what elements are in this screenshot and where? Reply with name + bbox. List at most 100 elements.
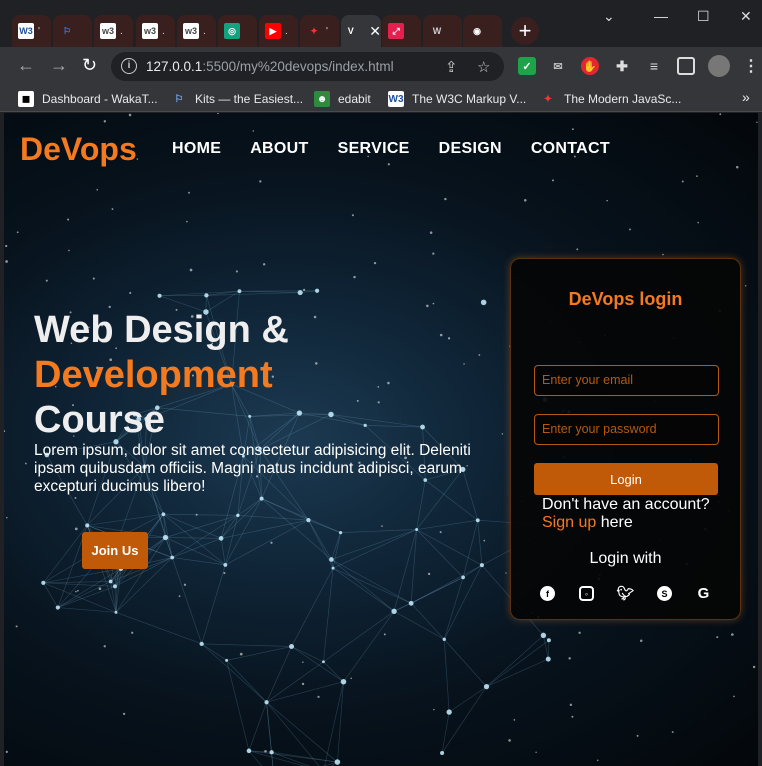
- tab-favicon-icon: ▶: [265, 23, 281, 39]
- bookmark-item[interactable]: ⚐ Kits — the Easiest...: [171, 91, 304, 107]
- tab-title: .: [162, 25, 165, 37]
- tab-favicon-icon: W: [432, 26, 442, 36]
- tab-favicon-icon: ◎: [224, 23, 240, 39]
- join-us-button[interactable]: Join Us: [82, 532, 148, 569]
- back-icon[interactable]: ←: [17, 56, 35, 74]
- twitter-icon[interactable]: 🐦︎: [617, 585, 635, 601]
- browser-tab[interactable]: ⤢: [382, 15, 421, 47]
- browser-tab[interactable]: w3.: [177, 15, 216, 47]
- login-title: DeVops login: [568, 289, 683, 309]
- bookmark-label: The Modern JavaSc...: [564, 92, 682, 106]
- signup-prompt: Don't have an account? Sign up here: [542, 496, 710, 532]
- browser-tab[interactable]: ◉: [463, 15, 502, 47]
- adblock-shield-icon[interactable]: ✓: [518, 57, 536, 75]
- bookmark-favicon-icon: ⚐: [174, 93, 184, 105]
- url-text[interactable]: 127.0.0.1:5500/my%20devops/index.html: [146, 59, 394, 74]
- mail-icon[interactable]: ✉: [549, 57, 567, 75]
- browser-tab[interactable]: W: [423, 15, 462, 47]
- browser-tab[interactable]: W3 ': [12, 15, 51, 47]
- bookmarks-overflow-icon[interactable]: »: [742, 89, 750, 105]
- facebook-icon[interactable]: f: [540, 586, 555, 601]
- bookmark-favicon-icon: ☻: [314, 91, 330, 107]
- media-playlist-icon[interactable]: ≡: [645, 57, 663, 75]
- bookmark-star-icon[interactable]: ☆: [477, 58, 490, 76]
- tab-favicon-icon: ⚐: [62, 25, 72, 36]
- tab-favicon-icon: ✦: [310, 25, 318, 36]
- site-logo[interactable]: DeVops: [20, 131, 137, 168]
- no-account-text: Don't have an account?: [542, 496, 710, 513]
- menu-kebab-icon[interactable]: ⋮: [742, 57, 760, 75]
- tab-favicon-icon: V: [347, 26, 354, 36]
- tab-favicon-icon: w3: [142, 23, 158, 39]
- bookmark-item[interactable]: ◼ Dashboard - WakaT...: [18, 91, 158, 107]
- bookmark-favicon-icon: W3: [388, 91, 404, 107]
- browser-tab[interactable]: w3.: [136, 15, 175, 47]
- bookmark-label: The W3C Markup V...: [412, 92, 527, 106]
- tab-strip: W3 ' ⚐ w3. w3. w3. ◎ ▶. ✦ ' V ✕ ⤢ W ◉ + ⌄ — ☐ ✕: [0, 0, 762, 47]
- login-button[interactable]: Login: [534, 463, 718, 495]
- bookmark-label: Kits — the Easiest...: [195, 92, 304, 106]
- tab-search-icon[interactable]: ⌄: [603, 8, 615, 25]
- email-field[interactable]: Enter your email: [534, 365, 719, 396]
- profile-avatar[interactable]: [708, 55, 730, 77]
- nav-contact[interactable]: CONTACT: [531, 140, 610, 158]
- social-login-row: f ◦ 🐦︎ S G: [540, 585, 735, 602]
- tab-title: .: [203, 25, 206, 37]
- minimize-icon[interactable]: —: [654, 8, 668, 24]
- stop-hand-icon[interactable]: ✋: [581, 57, 599, 75]
- bookmark-item[interactable]: ✦ The Modern JavaSc...: [540, 91, 682, 107]
- browser-tab[interactable]: V ✕: [341, 15, 381, 47]
- bookmarks-bar: ◼ Dashboard - WakaT... ⚐ Kits — the Easiest…: [0, 85, 762, 112]
- hero-title-line-2: Development: [34, 354, 273, 396]
- google-icon[interactable]: G: [696, 585, 711, 602]
- skype-icon[interactable]: S: [657, 586, 672, 601]
- tab-favicon-icon: w3: [183, 23, 199, 39]
- hero-description: Lorem ipsum, dolor sit amet consectetur …: [34, 442, 471, 495]
- bookmark-item[interactable]: W3 The W3C Markup V...: [388, 91, 526, 107]
- nav-home[interactable]: HOME: [172, 140, 221, 158]
- tab-title: ': [38, 25, 40, 37]
- close-window-icon[interactable]: ✕: [740, 8, 752, 25]
- maximize-icon[interactable]: ☐: [697, 8, 710, 25]
- extensions-puzzle-icon[interactable]: ✚: [613, 57, 631, 75]
- bookmark-label: edabit: [338, 92, 371, 106]
- bookmark-favicon-icon: ◼: [18, 91, 34, 107]
- browser-tab[interactable]: w3.: [94, 15, 133, 47]
- tab-close-icon[interactable]: ✕: [369, 23, 381, 40]
- bookmark-favicon-icon: ✦: [543, 93, 553, 105]
- login-card: DeVops login Enter your email Enter your…: [510, 258, 741, 620]
- bookmark-item[interactable]: ☻ edabit: [314, 91, 371, 107]
- hero-title-line-1: Web Design &: [34, 309, 289, 351]
- tab-title: ': [326, 25, 328, 37]
- webpage: DeVops HOME ABOUT SERVICE DESIGN CONTACT…: [4, 113, 758, 766]
- nav-design[interactable]: DESIGN: [439, 140, 502, 158]
- site-info-icon[interactable]: i: [121, 58, 137, 74]
- tab-favicon-icon: w3: [100, 23, 116, 39]
- signup-link[interactable]: Sign up: [542, 514, 596, 531]
- login-with-label: Login with: [589, 550, 662, 567]
- tab-title: .: [120, 25, 123, 37]
- tab-favicon-icon: ⤢: [388, 23, 404, 39]
- main-nav: HOME ABOUT SERVICE DESIGN CONTACT: [172, 140, 639, 158]
- url-path: :5500/my%20devops/index.html: [202, 59, 394, 74]
- share-icon[interactable]: ⇪: [445, 58, 458, 76]
- hero-title: Web Design & Development Course: [34, 308, 289, 443]
- browser-tab[interactable]: ▶.: [259, 15, 298, 47]
- browser-tab[interactable]: ⚐: [53, 15, 92, 47]
- hero-title-line-3: Course: [34, 399, 165, 441]
- reload-icon[interactable]: ↻: [82, 56, 97, 74]
- side-panel-icon[interactable]: [677, 57, 695, 75]
- browser-tab[interactable]: ◎: [218, 15, 257, 47]
- new-tab-button[interactable]: +: [511, 17, 539, 45]
- tab-favicon-icon: ◉: [473, 25, 481, 36]
- tab-title: .: [285, 25, 288, 37]
- forward-icon[interactable]: →: [50, 56, 68, 74]
- address-bar[interactable]: i 127.0.0.1:5500/my%20devops/index.html …: [111, 52, 504, 81]
- password-field[interactable]: Enter your password: [534, 414, 719, 445]
- tab-favicon-icon: W3: [18, 23, 34, 39]
- signup-here-text: here: [596, 514, 633, 531]
- nav-service[interactable]: SERVICE: [338, 140, 410, 158]
- browser-tab[interactable]: ✦ ': [300, 15, 339, 47]
- instagram-icon[interactable]: ◦: [579, 586, 594, 601]
- nav-about[interactable]: ABOUT: [250, 140, 308, 158]
